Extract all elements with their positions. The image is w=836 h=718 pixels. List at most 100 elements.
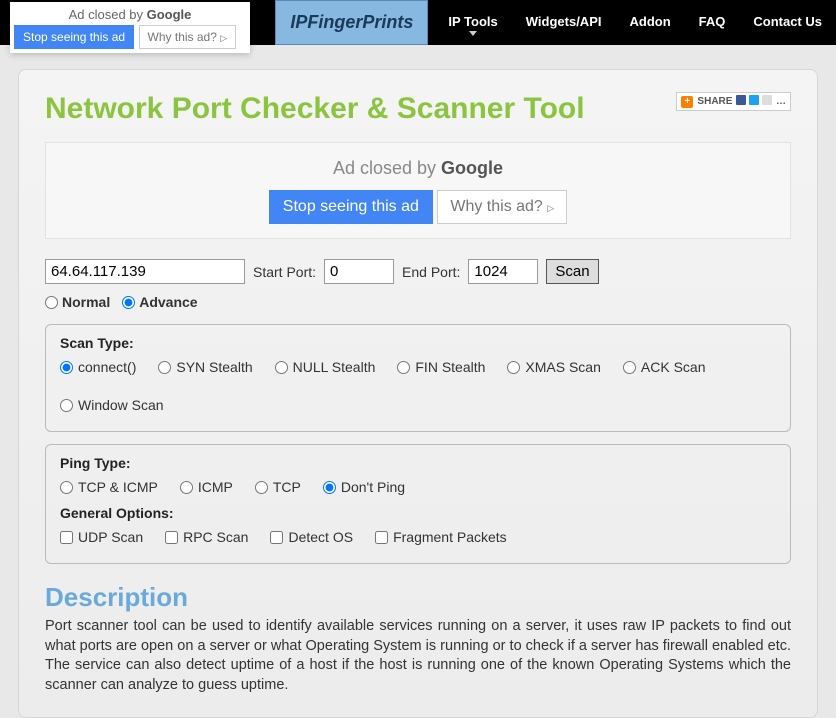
center-why-this-ad-button[interactable]: Why this ad? ▷ [437, 190, 567, 224]
mode-advance-radio[interactable] [122, 296, 135, 309]
opt-detect-os-check[interactable] [270, 531, 283, 544]
scan-type-window-label: Window Scan [78, 397, 164, 413]
scan-type-window[interactable]: Window Scan [60, 397, 164, 413]
share-label: SHARE [697, 96, 732, 107]
scan-type-null-radio[interactable] [275, 361, 288, 374]
scan-type-ack-radio[interactable] [623, 361, 636, 374]
share-widget[interactable]: + SHARE … [676, 92, 791, 111]
scan-type-fin-label: FIN Stealth [415, 359, 485, 375]
nav-widgets-api[interactable]: Widgets/API [512, 0, 616, 45]
scan-type-null[interactable]: NULL Stealth [275, 359, 376, 375]
description-heading: Description [45, 582, 791, 613]
center-stop-seeing-ad-button[interactable]: Stop seeing this ad [269, 190, 433, 224]
scan-type-options: connect() SYN Stealth NULL Stealth FIN S… [60, 359, 776, 413]
center-play-triangle-icon: ▷ [547, 203, 554, 213]
ad-closed-label: Ad closed by Google [14, 6, 246, 25]
center-why-ad-label: Why this ad? [450, 198, 542, 215]
start-port-label: Start Port: [253, 264, 316, 280]
ping-tcp-radio[interactable] [255, 481, 268, 494]
ping-tcp-icmp-label: TCP & ICMP [78, 479, 158, 495]
mode-normal-radio[interactable] [45, 296, 58, 309]
opt-rpc-scan-check[interactable] [165, 531, 178, 544]
ip-address-input[interactable] [45, 259, 245, 284]
google-brand-2: Google [441, 158, 503, 178]
scan-type-connect[interactable]: connect() [60, 359, 136, 375]
scan-type-syn-label: SYN Stealth [176, 359, 252, 375]
scan-type-fin[interactable]: FIN Stealth [397, 359, 485, 375]
page-title: Network Port Checker & Scanner Tool [45, 92, 585, 126]
why-this-ad-button[interactable]: Why this ad? ▷ [139, 25, 237, 49]
ping-icmp-radio[interactable] [180, 481, 193, 494]
scan-type-window-radio[interactable] [60, 399, 73, 412]
ping-dont[interactable]: Don't Ping [323, 479, 405, 495]
ping-type-options: TCP & ICMP ICMP TCP Don't Ping [60, 479, 776, 495]
ad-closed-prefix: Ad closed by [69, 7, 147, 22]
opt-udp-scan-label: UDP Scan [78, 529, 143, 545]
share-icons-group [736, 95, 772, 108]
twitter-icon[interactable] [749, 95, 759, 105]
scan-button[interactable]: Scan [546, 259, 598, 284]
opt-udp-scan-check[interactable] [60, 531, 73, 544]
site-logo[interactable]: IPFingerPrints [275, 0, 428, 45]
email-icon[interactable] [762, 95, 772, 105]
stop-seeing-ad-button[interactable]: Stop seeing this ad [14, 25, 134, 49]
opt-udp-scan[interactable]: UDP Scan [60, 529, 143, 545]
opt-fragment-label: Fragment Packets [393, 529, 507, 545]
top-ad-panel: Ad closed by Google Stop seeing this ad … [10, 2, 250, 53]
share-more-icon[interactable]: … [776, 96, 786, 107]
opt-rpc-scan[interactable]: RPC Scan [165, 529, 248, 545]
ping-dont-radio[interactable] [323, 481, 336, 494]
scan-type-ack[interactable]: ACK Scan [623, 359, 706, 375]
start-port-input[interactable] [324, 259, 394, 284]
page-content: Network Port Checker & Scanner Tool + SH… [18, 69, 818, 718]
opt-fragment-check[interactable] [375, 531, 388, 544]
why-ad-label: Why this ad? [148, 30, 217, 44]
play-triangle-icon: ▷ [220, 33, 227, 43]
opt-detect-os[interactable]: Detect OS [270, 529, 353, 545]
mode-selector-row: Normal Advance [45, 294, 791, 310]
ping-tcp[interactable]: TCP [255, 479, 301, 495]
mode-advance[interactable]: Advance [122, 294, 197, 310]
scan-type-syn-radio[interactable] [158, 361, 171, 374]
nav-ip-tools[interactable]: IP Tools [434, 0, 511, 45]
general-options-title: General Options: [60, 505, 776, 521]
mode-normal-label: Normal [62, 294, 110, 310]
nav-addon[interactable]: Addon [615, 0, 684, 45]
ping-type-title: Ping Type: [60, 455, 776, 471]
ping-general-fieldset: Ping Type: TCP & ICMP ICMP TCP Don't Pin… [45, 444, 791, 564]
addthis-plus-icon: + [681, 96, 693, 108]
scan-type-ack-label: ACK Scan [641, 359, 706, 375]
description-text: Port scanner tool can be used to identif… [45, 617, 791, 695]
general-options-row: UDP Scan RPC Scan Detect OS Fragment Pac… [60, 529, 776, 545]
scan-type-title: Scan Type: [60, 335, 776, 351]
ping-icmp-label: ICMP [198, 479, 233, 495]
end-port-input[interactable] [468, 259, 538, 284]
scan-type-xmas[interactable]: XMAS Scan [507, 359, 600, 375]
google-brand: Google [147, 7, 192, 22]
nav-contact-us[interactable]: Contact Us [739, 0, 836, 45]
ping-tcp-icmp[interactable]: TCP & ICMP [60, 479, 158, 495]
ping-dont-label: Don't Ping [341, 479, 405, 495]
center-ad-panel: Ad closed by Google Stop seeing this ad … [45, 142, 791, 239]
mode-normal[interactable]: Normal [45, 294, 110, 310]
scan-type-connect-radio[interactable] [60, 361, 73, 374]
ping-tcp-label: TCP [273, 479, 301, 495]
scan-inputs-row: Start Port: End Port: Scan [45, 259, 791, 284]
opt-rpc-scan-label: RPC Scan [183, 529, 248, 545]
scan-type-null-label: NULL Stealth [293, 359, 376, 375]
facebook-icon[interactable] [736, 95, 746, 105]
page-header-row: Network Port Checker & Scanner Tool + SH… [45, 92, 791, 142]
opt-fragment[interactable]: Fragment Packets [375, 529, 507, 545]
scan-type-fieldset: Scan Type: connect() SYN Stealth NULL St… [45, 324, 791, 432]
ping-icmp[interactable]: ICMP [180, 479, 233, 495]
nav-faq[interactable]: FAQ [685, 0, 740, 45]
ping-tcp-icmp-radio[interactable] [60, 481, 73, 494]
end-port-label: End Port: [402, 264, 460, 280]
opt-detect-os-label: Detect OS [288, 529, 353, 545]
ad-closed-prefix-2: Ad closed by [333, 158, 441, 178]
scan-type-xmas-label: XMAS Scan [525, 359, 600, 375]
scan-type-fin-radio[interactable] [397, 361, 410, 374]
scan-type-syn[interactable]: SYN Stealth [158, 359, 252, 375]
nav-group: IPFingerPrints IP Tools Widgets/API Addo… [275, 0, 836, 45]
scan-type-xmas-radio[interactable] [507, 361, 520, 374]
